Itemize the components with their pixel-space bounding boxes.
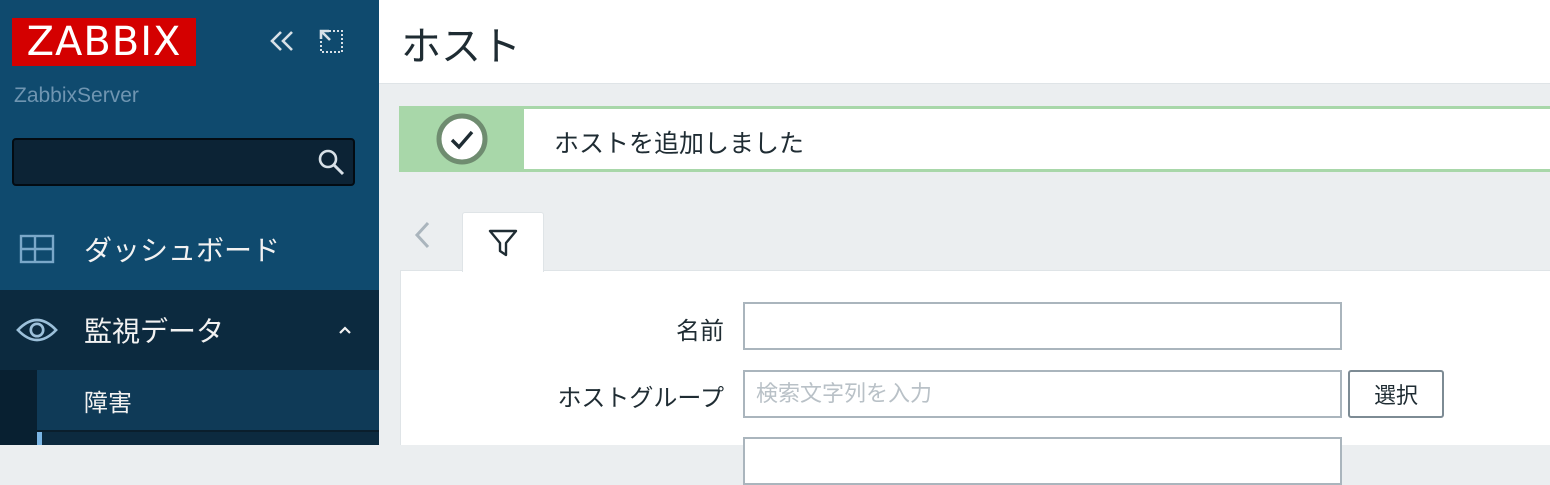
submenu-monitoring: 障害 (0, 370, 379, 445)
name-label: 名前 (676, 317, 724, 345)
hostgroup-label: ホストグループ (557, 384, 724, 412)
filter-panel (400, 270, 1550, 445)
name-field[interactable] (743, 302, 1342, 350)
success-message: ホストを追加しました (399, 106, 1550, 172)
zabbix-logo[interactable]: ZABBIX (12, 18, 196, 66)
submenu-item-label: 障害 (84, 388, 132, 417)
menu-item-monitoring[interactable]: 監視データ (0, 290, 379, 370)
name-label-wrap: 名前 (400, 311, 724, 345)
search-icon (318, 149, 345, 176)
server-name: ZabbixServer (14, 84, 139, 107)
sidebar-search (12, 138, 355, 186)
tab-prev-button[interactable] (408, 218, 438, 252)
chevron-left-icon (414, 221, 430, 249)
message-text: ホストを追加しました (554, 129, 805, 158)
chevron-up-icon (336, 321, 354, 339)
page-header: ホスト (379, 0, 1550, 84)
dashboard-icon (16, 228, 58, 270)
select-button[interactable]: 選択 (1348, 370, 1444, 418)
hostgroup-field[interactable] (743, 370, 1342, 418)
check-circle-icon (436, 113, 487, 165)
menu-item-label: 監視データ (84, 315, 225, 348)
sidebar-search-button[interactable] (315, 146, 347, 178)
submenu-indent (0, 370, 37, 445)
message-icon-area (399, 106, 524, 172)
tab-filter[interactable] (462, 212, 544, 272)
sidebar: ZABBIX ZabbixServer ダッシュボード 監視データ 障害 (0, 0, 379, 445)
page-title: ホスト (401, 24, 521, 70)
menu-item-label: ダッシュボード (84, 234, 281, 267)
next-field[interactable] (743, 437, 1342, 485)
hostgroup-label-wrap: ホストグループ (400, 378, 724, 412)
kiosk-mode-button[interactable] (316, 26, 346, 56)
divider (37, 430, 379, 432)
collapse-sidebar-button[interactable] (267, 26, 297, 56)
menu-item-dashboard[interactable]: ダッシュボード (0, 208, 379, 290)
eye-icon (16, 309, 58, 351)
sidebar-search-input[interactable] (14, 140, 304, 184)
double-chevron-left-icon (270, 31, 293, 51)
funnel-icon (488, 229, 518, 256)
submenu-item-problems[interactable]: 障害 (37, 370, 379, 430)
expand-icon (319, 29, 343, 53)
active-indicator (37, 432, 42, 445)
